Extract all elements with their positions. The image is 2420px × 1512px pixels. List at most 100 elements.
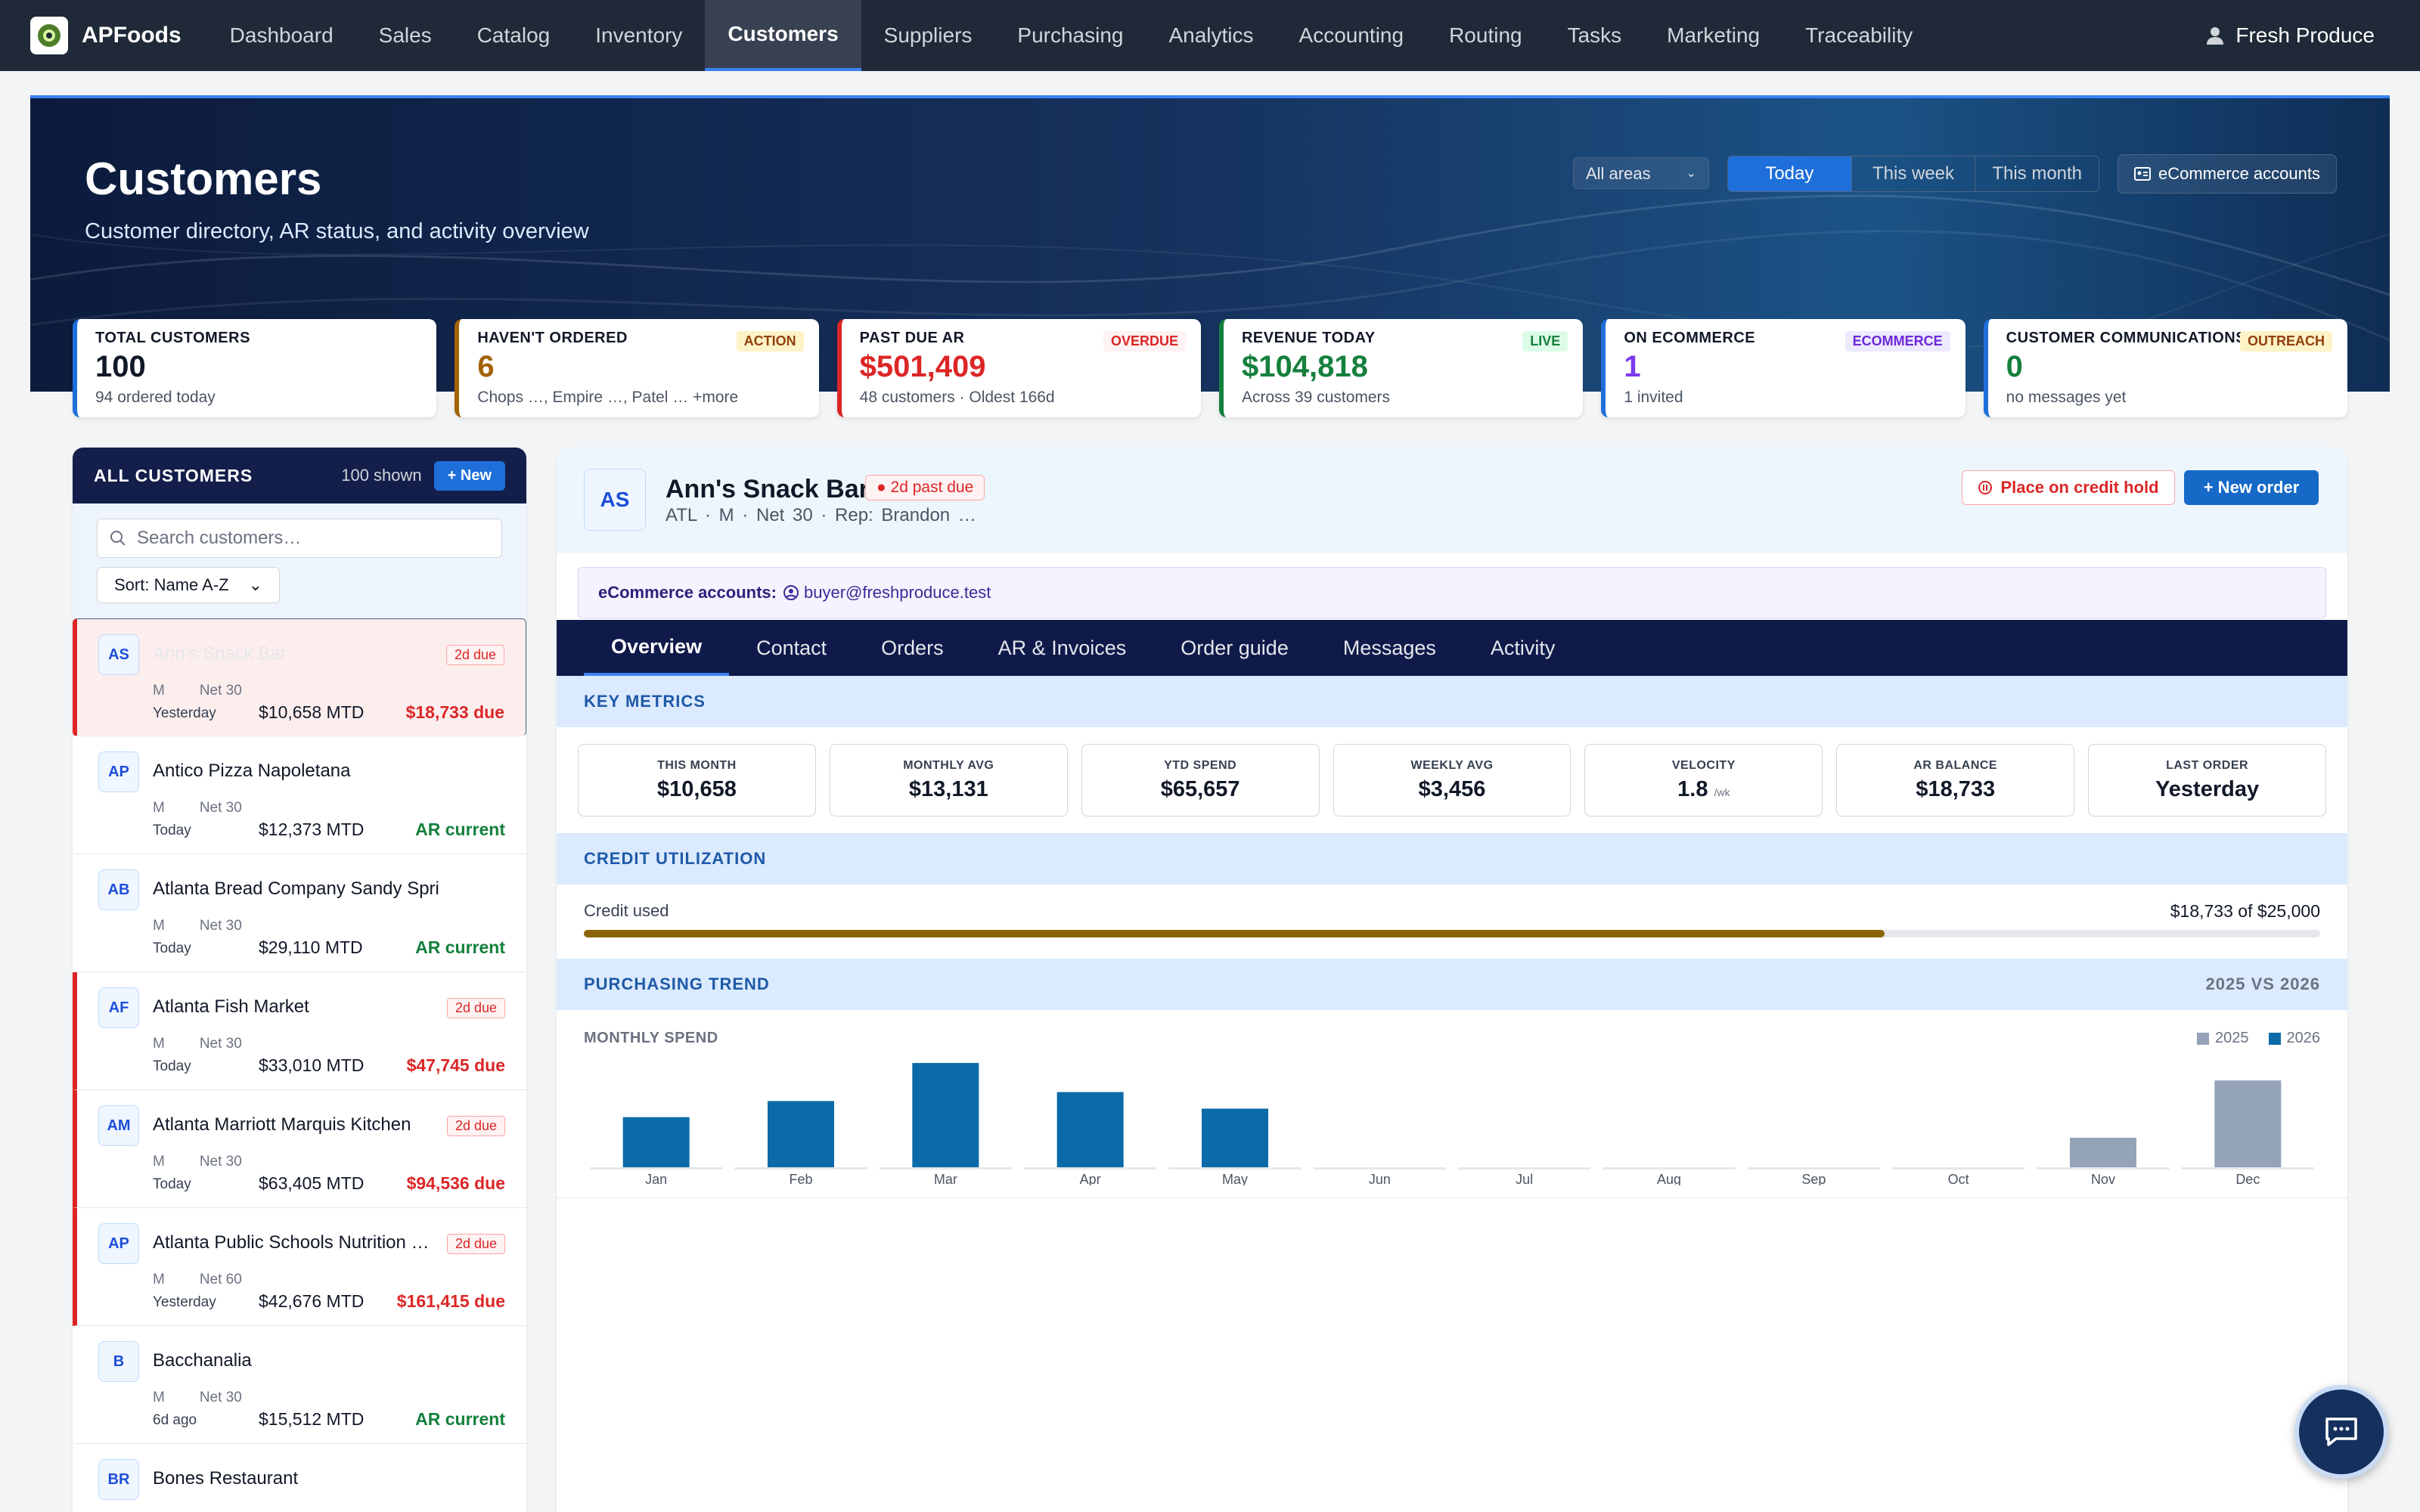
nav-purchasing[interactable]: Purchasing [994, 0, 1146, 71]
chevron-down-icon: ⌄ [248, 575, 262, 594]
bar-2026-jan [622, 1117, 690, 1167]
credit-used-value: $18,733 of $25,000 [2170, 901, 2320, 921]
nav-catalog[interactable]: Catalog [455, 0, 573, 71]
section-title: KEY METRICS [584, 692, 706, 711]
metric-card: AR BALANCE $18,733 [1836, 744, 2075, 816]
size: M [153, 800, 165, 816]
metric-label: VELOCITY [1671, 758, 1736, 772]
kpi-subtext: Across 39 customers [1241, 389, 1391, 406]
legend-swatch [2197, 1032, 2209, 1045]
chat-button[interactable] [2294, 1385, 2388, 1479]
chat-icon [2325, 1418, 2357, 1446]
mtd-spend: $15,512 MTD [259, 1409, 365, 1429]
kpi-tag: OVERDUE [1103, 331, 1186, 352]
tab-orders[interactable]: Orders [854, 620, 971, 676]
kpi-card: ON ECOMMERCE 1 1 invited ECOMMERCE [1601, 319, 1965, 417]
nav-accounting[interactable]: Accounting [1277, 0, 1427, 71]
user-circle-icon [783, 585, 799, 600]
nav-sales[interactable]: Sales [356, 0, 455, 71]
ar-status: AR current [415, 937, 505, 957]
metric-label: YTD SPEND [1164, 758, 1237, 772]
nav-tasks[interactable]: Tasks [1545, 0, 1645, 71]
search-input[interactable]: Search customers… [97, 519, 502, 558]
due-badge: 2d due [446, 1234, 505, 1254]
customer-meta: M Net 30 [153, 800, 277, 816]
list-item[interactable]: B Bacchanalia M Net 30 6d ago $15,512 MTD AR c… [73, 1326, 526, 1444]
app-logo[interactable]: APFoods [30, 17, 182, 54]
nav-analytics[interactable]: Analytics [1146, 0, 1276, 71]
due-badge: 2d due [446, 1116, 505, 1136]
chevron-down-icon: ⌄ [1686, 167, 1696, 180]
ecommerce-accounts-label: eCommerce accounts [2158, 164, 2320, 183]
baseline-segment [2181, 1167, 2314, 1170]
list-item[interactable]: AS Ann's Snack Bar 2d due M Net 30 Yesterday $… [73, 618, 526, 736]
key-metrics-section: KEY METRICS [557, 676, 2347, 727]
range-today[interactable]: Today [1728, 156, 1852, 191]
x-tick-label: Jul [1516, 1172, 1533, 1185]
new-customer-button[interactable]: + New [433, 460, 505, 491]
page-title: Customers [85, 153, 322, 204]
list-item[interactable]: AB Atlanta Bread Company Sandy Springs M Ne… [73, 854, 526, 972]
new-order-button[interactable]: + New order [2184, 470, 2319, 505]
nav-dashboard[interactable]: Dashboard [207, 0, 356, 71]
nav-marketing[interactable]: Marketing [1644, 0, 1782, 71]
tab-overview[interactable]: Overview [584, 620, 730, 676]
nav-traceability[interactable]: Traceability [1782, 0, 1935, 71]
mtd-spend: $63,405 MTD [259, 1173, 365, 1193]
past-due-text: 2d past due [890, 479, 974, 496]
ar-status: AR current [415, 1409, 505, 1429]
x-tick-label: Dec [2235, 1172, 2260, 1185]
kpi-card: HAVEN'T ORDERED 6 Chops …, Empire …, Patel… [455, 319, 819, 417]
kpi-value: $501,409 [859, 350, 986, 383]
list-item[interactable]: AM Atlanta Marriott Marquis Kitchen 2d due… [73, 1090, 526, 1208]
baseline-segment [1313, 1167, 1446, 1170]
nav-suppliers[interactable]: Suppliers [861, 0, 995, 71]
tab-contact[interactable]: Contact [729, 620, 854, 676]
metric-number: Yesterday [2155, 776, 2260, 801]
app-name: APFoods [82, 23, 182, 48]
metric-card: WEEKLY AVG $3,456 [1333, 744, 1571, 816]
nav-routing[interactable]: Routing [1426, 0, 1545, 71]
list-item[interactable]: AP Antico Pizza Napoletana M Net 30 Today $12… [73, 736, 526, 854]
avatar: B [98, 1341, 139, 1382]
metric-label: THIS MONTH [657, 758, 737, 772]
tab-order-guide[interactable]: Order guide [1153, 620, 1316, 676]
credit-used-label: Credit used [584, 901, 669, 920]
last-order: Today [153, 1176, 191, 1192]
customer-meta: ATL · M · Net 30 · Rep: Brandon … [666, 505, 976, 525]
baseline-segment [879, 1167, 1012, 1170]
mtd-spend: $10,658 MTD [259, 702, 365, 722]
credit-hold-button[interactable]: Place on credit hold [1962, 470, 2175, 505]
range-this-week[interactable]: This week [1852, 156, 1976, 191]
ecommerce-accounts-button[interactable]: eCommerce accounts [2118, 154, 2337, 194]
mtd-spend: $33,010 MTD [259, 1055, 365, 1075]
sort-select[interactable]: Sort: Name A-Z ⌄ [97, 567, 280, 603]
list-item[interactable]: AF Atlanta Fish Market 2d due M Net 30 Today $… [73, 972, 526, 1090]
legend-item: 2026 [2268, 1030, 2320, 1047]
terms: Net 30 [199, 683, 242, 699]
metric-value: $13,131 [909, 777, 988, 802]
metric-label: WEEKLY AVG [1410, 758, 1494, 772]
metric-label: LAST ORDER [2166, 758, 2249, 772]
range-this-month[interactable]: This month [1975, 156, 2099, 191]
size: M [153, 1390, 165, 1405]
customer-name: Atlanta Bread Company Sandy Springs [153, 878, 440, 899]
kpi-subtext: 1 invited [1624, 389, 1683, 406]
tab-activity[interactable]: Activity [1463, 620, 1583, 676]
pause-circle-icon [1978, 481, 1993, 494]
due-badge: 2d due [445, 645, 504, 665]
avatar: AF [98, 987, 139, 1028]
kpi-card: PAST DUE AR $501,409 48 customers · Oldest… [836, 319, 1201, 417]
ecommerce-account-link[interactable]: buyer@freshproduce.test [804, 583, 991, 603]
user-menu[interactable]: Fresh Produce [2207, 0, 2375, 71]
x-tick-label: Oct [1948, 1172, 1969, 1185]
area-select[interactable]: All areas ⌄ [1573, 157, 1709, 189]
nav-inventory[interactable]: Inventory [572, 0, 705, 71]
customer-list-title: ALL CUSTOMERS [94, 465, 253, 485]
tab-messages[interactable]: Messages [1316, 620, 1463, 676]
customer-meta: M Net 60 [153, 1272, 277, 1288]
nav-customers[interactable]: Customers [705, 0, 861, 71]
list-item[interactable]: AP Atlanta Public Schools Nutrition … 2d d… [73, 1208, 526, 1326]
tab-ar-invoices[interactable]: AR & Invoices [971, 620, 1154, 676]
list-item[interactable]: BR Bones Restaurant [73, 1444, 526, 1512]
